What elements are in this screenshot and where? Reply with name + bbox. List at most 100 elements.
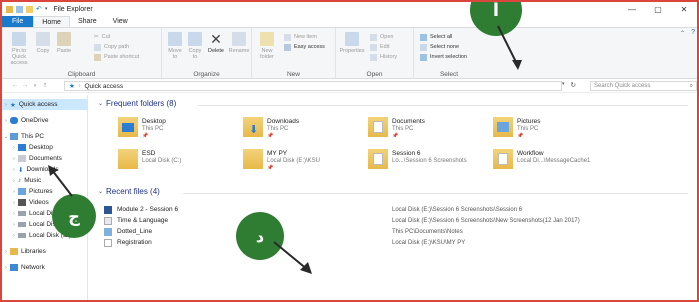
properties-button[interactable]: Properties (338, 32, 366, 54)
nav-label: Quick access (18, 101, 58, 108)
recent-locations-icon[interactable]: ▾ (30, 83, 40, 89)
folder-esd[interactable]: ESD Local Disk (C:) (118, 147, 248, 173)
copy-to-button[interactable]: Copy to (186, 32, 204, 60)
new-folder-icon[interactable] (26, 5, 33, 13)
nav-item-quick-access[interactable]: › ★ Quick access (2, 99, 88, 110)
breadcrumb-quick-access[interactable]: Quick access (85, 83, 124, 90)
cut-button[interactable]: ✂ Cut (94, 33, 110, 41)
frequent-folders-header[interactable]: ⌄ Frequent folders (8) (98, 99, 176, 108)
minimize-button[interactable]: — (619, 2, 645, 16)
copy-path-button[interactable]: Copy path (94, 43, 129, 51)
tab-share[interactable]: Share (70, 16, 105, 27)
search-input[interactable]: Search Quick access ⌕ (590, 81, 697, 91)
nav-item-libraries[interactable]: › Libraries (2, 246, 88, 257)
recent-file-name: Dotted_Line (117, 228, 153, 235)
chevron-right-icon[interactable]: › (10, 178, 18, 184)
help-icon[interactable]: ? (691, 29, 695, 36)
nav-item-this-pc[interactable]: ⌄ This PC (2, 131, 88, 142)
chevron-down-icon[interactable]: ▾ (45, 6, 48, 12)
folder-my-py[interactable]: MY PY Local Disk (E:)\KSU 📌 (243, 147, 373, 173)
recent-file-row[interactable]: Registration Local Disk (E:)\KSU\MY PY (104, 237, 684, 248)
history-icon (370, 53, 377, 61)
ribbon: Pin to Quick access Copy Paste ✂ Cut Cop… (2, 27, 697, 80)
chevron-right-icon[interactable]: › (10, 211, 18, 217)
nav-item-network[interactable]: › Network (2, 262, 88, 273)
invert-selection-button[interactable]: Invert selection (420, 53, 467, 61)
drive-icon (18, 211, 26, 216)
select-all-button[interactable]: Select all (420, 33, 452, 41)
copy-path-icon (94, 43, 101, 51)
chevron-right-icon[interactable]: › (2, 265, 10, 271)
folder-name: Pictures (517, 118, 541, 125)
nav-label: Documents (29, 155, 62, 162)
collapse-ribbon-icon[interactable]: ⌃ (680, 30, 685, 37)
invert-selection-label: Invert selection (430, 54, 467, 60)
chevron-right-icon[interactable]: › (10, 200, 18, 206)
properties-icon[interactable] (16, 5, 23, 13)
new-folder-button[interactable]: New folder (256, 32, 278, 60)
folder-documents[interactable]: Documents This PC 📌 (368, 115, 498, 141)
open-button[interactable]: Open (370, 33, 393, 41)
paste-button[interactable]: Paste (54, 32, 74, 54)
forward-icon[interactable]: → (20, 82, 30, 89)
chevron-down-icon: ⌄ (98, 189, 104, 195)
chevron-right-icon[interactable]: › (2, 249, 10, 255)
pictures-icon (18, 188, 26, 195)
folder-downloads[interactable]: ⬇ Downloads This PC 📌 (243, 115, 373, 141)
pin-quick-access-button[interactable]: Pin to Quick access (6, 32, 32, 66)
address-dropdown-icon[interactable]: ▾ (562, 81, 565, 89)
chevron-right-icon[interactable]: › (10, 233, 18, 239)
folder-session-6[interactable]: Session 6 Lo...\Session 6 Screenshots (368, 147, 498, 173)
recent-file-path: Local Disk (E:)\Session 6 Screenshots\Se… (392, 206, 523, 213)
history-button[interactable]: History (370, 53, 397, 61)
recent-file-row[interactable]: Module 2 - Session 6 Local Disk (E:)\Ses… (104, 204, 684, 215)
tab-view[interactable]: View (105, 16, 136, 27)
nav-item-onedrive[interactable]: › OneDrive (2, 115, 88, 126)
close-button[interactable]: ✕ (671, 2, 697, 16)
annotation-arrow-a (497, 25, 522, 70)
refresh-icon[interactable]: ↻ (571, 81, 576, 89)
copy-button[interactable]: Copy (34, 32, 52, 54)
chevron-down-icon[interactable]: ⌄ (2, 134, 10, 140)
music-icon: ♪ (18, 177, 22, 184)
nav-item-desktop[interactable]: › Desktop (2, 142, 88, 153)
chevron-right-icon[interactable]: › (10, 222, 18, 228)
address-bar[interactable]: ★ › Quick access (64, 81, 562, 91)
delete-button[interactable]: ✕ Delete (206, 32, 226, 54)
folder-desktop[interactable]: Desktop This PC 📌 (118, 115, 248, 141)
chevron-right-icon[interactable]: › (10, 156, 18, 162)
chevron-right-icon[interactable]: › (2, 118, 10, 124)
up-icon[interactable]: ↑ (40, 82, 50, 89)
folder-location: This PC (392, 126, 414, 132)
paste-icon (57, 32, 71, 46)
nav-label: Videos (29, 199, 49, 206)
rename-icon (232, 32, 246, 46)
properties-icon (345, 32, 359, 46)
folder-workflow[interactable]: Workflow Local Di...\MessageCache1 (493, 147, 623, 173)
chevron-right-icon[interactable]: › (2, 102, 10, 108)
text-file-icon (104, 238, 112, 247)
annotation-arrow-b (48, 165, 73, 197)
pin-icon: 📌 (267, 165, 274, 171)
move-to-button[interactable]: Move to (166, 32, 184, 60)
paste-shortcut-button[interactable]: Paste shortcut (94, 53, 139, 61)
folder-name: Workflow (517, 150, 544, 157)
recent-file-row[interactable]: Dotted_Line This PC\Documents\Notes (104, 226, 684, 237)
recent-file-row[interactable]: Time & Language Local Disk (E:)\Session … (104, 215, 684, 226)
chevron-right-icon[interactable]: › (10, 189, 18, 195)
chevron-right-icon[interactable]: › (10, 167, 18, 173)
easy-access-button[interactable]: Easy access (284, 43, 325, 51)
tab-home[interactable]: Home (33, 16, 70, 27)
rename-button[interactable]: Rename (228, 32, 250, 54)
chevron-right-icon[interactable]: › (10, 145, 18, 151)
tab-file[interactable]: File (2, 16, 34, 27)
maximize-button[interactable]: ▢ (645, 2, 671, 16)
undo-icon[interactable]: ↶ (36, 5, 42, 13)
select-none-button[interactable]: Select none (420, 43, 459, 51)
new-item-button[interactable]: New item (284, 33, 317, 41)
recent-files-header[interactable]: ⌄ Recent files (4) (98, 187, 160, 196)
folder-pictures[interactable]: Pictures This PC 📌 (493, 115, 623, 141)
edit-button[interactable]: Edit (370, 43, 389, 51)
section-divider (198, 105, 688, 106)
back-icon[interactable]: ← (10, 82, 20, 89)
